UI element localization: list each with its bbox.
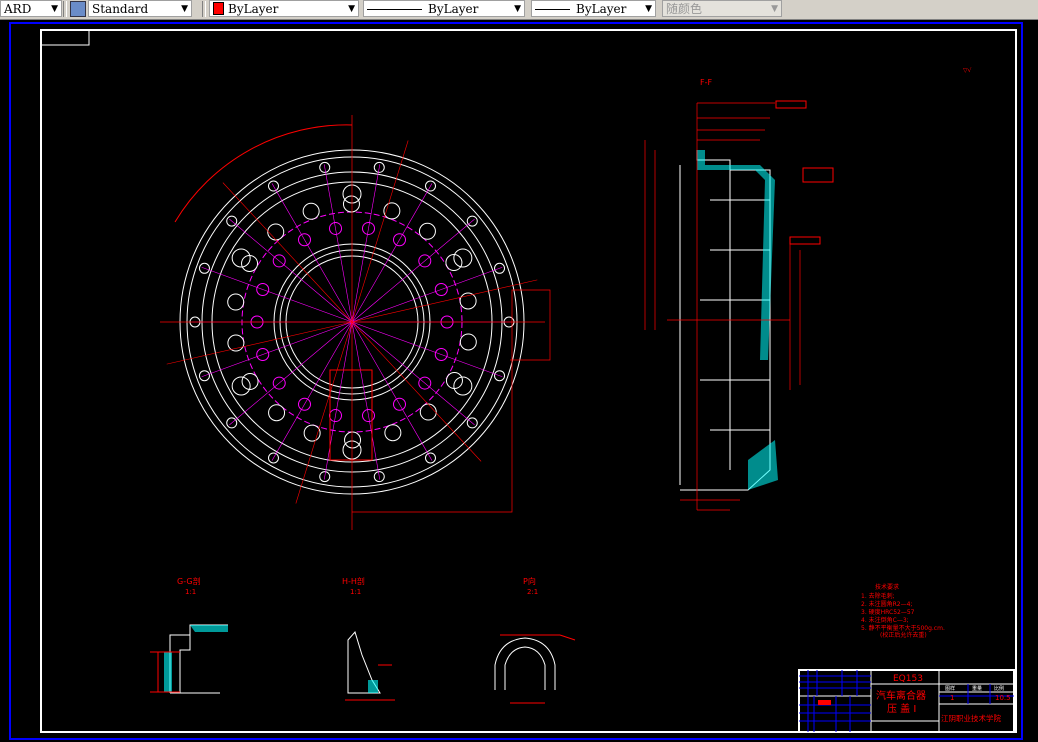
hole xyxy=(268,404,286,422)
color-swatch-icon xyxy=(213,2,224,15)
hole xyxy=(302,202,320,220)
tolerance-frame xyxy=(802,167,834,183)
school-name: 江阴职业技术学院 xyxy=(941,713,1001,723)
plot-style-select: 随颜色 ▼ xyxy=(662,0,782,17)
hole xyxy=(459,333,477,351)
dim-style-icon[interactable] xyxy=(70,1,86,17)
view-label: P向 xyxy=(523,576,536,586)
plot-style-value: 随颜色 xyxy=(666,2,703,16)
col-header: 图样 xyxy=(945,685,955,692)
drawing-title: 汽车离合器 xyxy=(876,689,926,702)
title-block: EQ153 汽车离合器 压 盖 I 图样 重量 比例 1 10.5 江阴职业技术… xyxy=(798,669,1015,733)
dim-line xyxy=(295,321,353,504)
lineweight-preview-icon xyxy=(535,9,570,10)
title-block-fill xyxy=(818,700,831,705)
hatch xyxy=(748,440,778,490)
view-scale: 2:1 xyxy=(527,588,538,596)
view-scale: 1:1 xyxy=(350,588,361,596)
toolbar-separator xyxy=(63,1,67,17)
hole xyxy=(418,222,436,240)
hole xyxy=(384,424,402,442)
lineweight-select[interactable]: ByLayer ▼ xyxy=(531,0,656,17)
note-item: 4. 未注倒角C—3; xyxy=(861,616,909,624)
hole xyxy=(267,223,285,241)
lug-hole xyxy=(453,248,473,268)
section-view-ff xyxy=(644,100,834,511)
dim-line xyxy=(166,321,353,365)
hole xyxy=(227,293,245,311)
view-scale: 1:1 xyxy=(185,588,196,596)
hole xyxy=(344,431,362,449)
part-name: 压 盖 I xyxy=(887,702,916,715)
dim-style-value: Standard xyxy=(92,2,149,16)
notes-title: 技术要求 xyxy=(875,583,899,591)
hatch xyxy=(697,150,775,360)
angle-dim xyxy=(174,124,353,223)
note-item: 1. 去除毛刺; xyxy=(861,592,895,600)
tolerance-frame xyxy=(775,100,807,109)
chevron-down-icon: ▼ xyxy=(348,4,355,14)
drawing-canvas[interactable]: F-F G-G剖 1:1 H-H剖 1:1 P向 2:1 技术要求 1. 去除毛… xyxy=(0,20,1038,742)
lineweight-value: ByLayer xyxy=(576,2,627,16)
center-line xyxy=(351,266,503,323)
hole xyxy=(419,403,437,421)
col-header: 重量 xyxy=(972,685,982,692)
note-item: 3. 硬度HRC52—57 xyxy=(861,608,915,616)
section-marker xyxy=(329,369,373,461)
chevron-down-icon: ▼ xyxy=(514,4,521,14)
dim-style-select[interactable]: Standard ▼ xyxy=(88,0,192,17)
frame-corner-box xyxy=(40,29,90,46)
hole xyxy=(241,254,259,272)
scale-value: 10.5 xyxy=(995,694,1011,702)
lug-hole xyxy=(231,376,251,396)
color-select[interactable]: ByLayer ▼ xyxy=(209,0,359,17)
properties-toolbar: ARD ▼ Standard ▼ ByLayer ▼ ByLayer ▼ ByLayer… xyxy=(0,0,1038,20)
dim-line xyxy=(351,279,538,323)
dim-line xyxy=(351,140,409,323)
center-line xyxy=(351,321,503,378)
view-label: H-H剖 xyxy=(342,576,365,586)
detail-views: G-G剖 1:1 H-H剖 1:1 P向 2:1 xyxy=(150,576,576,704)
quantity-value: 1 xyxy=(950,694,954,702)
linetype-preview-icon xyxy=(367,9,422,10)
chevron-down-icon: ▼ xyxy=(645,4,652,14)
chevron-down-icon: ▼ xyxy=(771,4,778,14)
center-line xyxy=(201,321,353,378)
view-label: G-G剖 xyxy=(177,576,201,586)
tolerance-frame xyxy=(789,236,821,245)
linetype-value: ByLayer xyxy=(428,2,479,16)
note-item: 5. 静不平衡量不大于500g.cm. xyxy=(861,624,945,632)
hole xyxy=(342,195,360,213)
text-style-select[interactable]: ARD ▼ xyxy=(0,0,62,17)
center-line xyxy=(201,266,353,323)
color-value: ByLayer xyxy=(228,2,279,16)
chevron-down-icon: ▼ xyxy=(51,4,58,14)
text-style-value: ARD xyxy=(4,2,32,16)
chevron-down-icon: ▼ xyxy=(181,4,188,14)
toolbar-separator xyxy=(202,1,206,17)
dim-line xyxy=(644,102,801,511)
section-ff-label: F-F xyxy=(700,78,712,87)
drawing-code: EQ153 xyxy=(893,674,923,684)
roughness-symbol: ▽√ xyxy=(963,67,972,74)
note-item: (校正后允许去重) xyxy=(880,631,927,639)
hole xyxy=(445,372,463,390)
note-item: 2. 未注圆角R2—4; xyxy=(861,600,912,608)
front-view xyxy=(160,115,551,530)
technical-notes: 技术要求 1. 去除毛刺; 2. 未注圆角R2—4; 3. 硬度HRC52—57… xyxy=(861,583,945,639)
linetype-select[interactable]: ByLayer ▼ xyxy=(363,0,525,17)
col-header: 比例 xyxy=(994,685,1004,692)
